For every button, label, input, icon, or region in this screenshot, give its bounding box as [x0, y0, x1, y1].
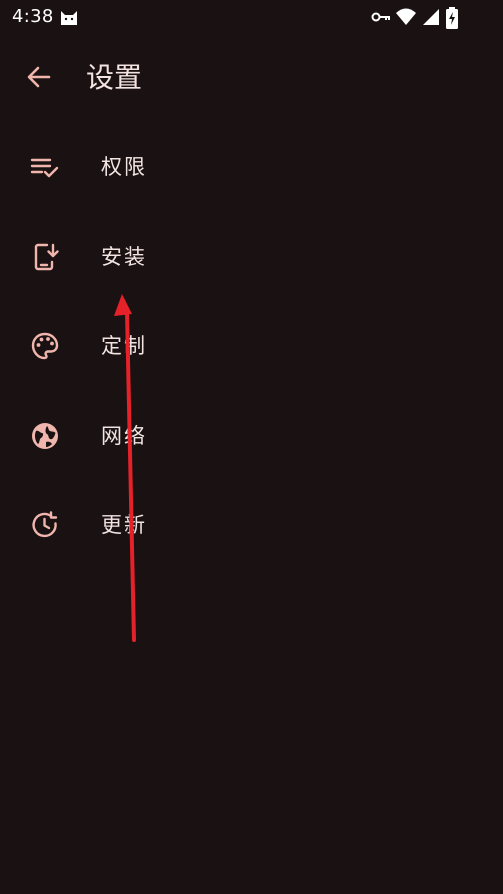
- update-icon: [29, 509, 61, 541]
- cell-signal-icon: [423, 9, 439, 25]
- settings-item-label: 网络: [101, 423, 147, 448]
- settings-item-customize[interactable]: 定制: [0, 302, 503, 392]
- palette-icon: [29, 330, 61, 362]
- vpn-key-icon: [371, 12, 390, 22]
- wifi-icon: [396, 8, 416, 25]
- back-button[interactable]: [22, 60, 56, 94]
- settings-item-install[interactable]: 安装: [0, 213, 503, 303]
- arrow-back-icon: [27, 66, 51, 88]
- settings-list: 权限 安装 定制 网络 更新: [0, 123, 503, 571]
- settings-item-permissions[interactable]: 权限: [0, 123, 503, 213]
- globe-icon: [29, 420, 61, 452]
- page-title: 设置: [86, 61, 143, 94]
- settings-item-network[interactable]: 网络: [0, 392, 503, 482]
- settings-item-update[interactable]: 更新: [0, 481, 503, 571]
- settings-item-label: 安装: [101, 244, 147, 269]
- install-mobile-icon: [29, 241, 61, 273]
- settings-item-label: 权限: [101, 155, 147, 179]
- cat-icon: [60, 8, 78, 30]
- status-time: 4:38: [12, 6, 54, 27]
- status-icons: [371, 7, 471, 29]
- playlist-check-icon: [29, 151, 61, 183]
- settings-item-label: 更新: [101, 513, 147, 537]
- app-bar: 设置: [0, 46, 503, 114]
- settings-item-label: 定制: [101, 334, 147, 358]
- battery-charging-icon: [446, 7, 458, 29]
- status-bar: 4:38: [0, 0, 503, 34]
